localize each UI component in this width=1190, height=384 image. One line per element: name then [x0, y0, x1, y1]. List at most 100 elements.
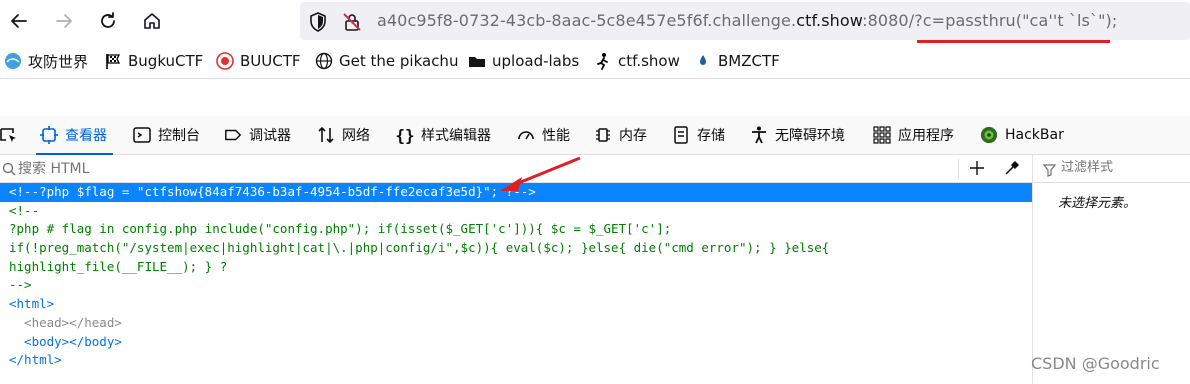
- home-button[interactable]: [139, 8, 165, 34]
- debugger-icon: [224, 126, 242, 144]
- red-circle-icon: [216, 52, 234, 70]
- braces-icon: {}: [395, 125, 415, 145]
- tab-memory[interactable]: 内存: [594, 116, 647, 154]
- tab-label: 性能: [542, 128, 570, 144]
- bookmark-label: Get the pikachu: [339, 52, 459, 70]
- shield-icon[interactable]: [308, 12, 328, 32]
- markup-line-flag-comment[interactable]: <!--?php $flag = "ctfshow{84af7436-b3af-…: [0, 183, 1032, 202]
- reload-button[interactable]: [95, 8, 121, 34]
- markup-line-text: if(!preg_match("/system|exec|highlight|c…: [9, 240, 830, 256]
- url-bar[interactable]: a40c95f8-0732-43cb-8aac-5c8e457e5f6f.cha…: [300, 2, 1190, 43]
- bookmark-label: BMZCTF: [718, 52, 780, 70]
- network-icon: [317, 126, 335, 144]
- tab-application[interactable]: 应用程序: [873, 116, 954, 154]
- bookmark-buuctf[interactable]: BUUCTF: [216, 50, 301, 72]
- no-element-selected-text: 未选择元素。: [1058, 196, 1137, 211]
- tab-label: 样式编辑器: [421, 128, 491, 144]
- tab-accessibility[interactable]: 无障碍环境: [750, 116, 845, 154]
- markup-view: <!--?php $flag = "ctfshow{84af7436-b3af-…: [0, 183, 1032, 370]
- tab-performance[interactable]: 性能: [517, 116, 570, 154]
- tab-label: 无障碍环境: [775, 128, 845, 144]
- reload-icon: [101, 12, 115, 28]
- markup-line-comment-body[interactable]: if(!preg_match("/system|exec|highlight|c…: [0, 239, 1032, 258]
- url-suffix: :8080/?c=passthru("ca''t `ls`");: [862, 11, 1118, 30]
- tab-hackbar[interactable]: HackBar: [980, 116, 1064, 154]
- markup-line-comment-open[interactable]: <!--: [0, 202, 1032, 221]
- bookmark-bugku[interactable]: BugkuCTF: [104, 50, 203, 72]
- tab-label: 查看器: [65, 128, 107, 144]
- devtools-tabbar: 查看器 控制台 调试器 网络 {} 样式编辑器 性能 内存 存储 无障碍环境 应…: [0, 116, 1190, 155]
- tab-label: 应用程序: [898, 128, 954, 144]
- url-text[interactable]: a40c95f8-0732-43cb-8aac-5c8e457e5f6f.cha…: [377, 11, 1117, 30]
- insecure-lock-icon[interactable]: [342, 12, 362, 32]
- forward-button[interactable]: [51, 8, 77, 34]
- pick-element-icon: [0, 126, 18, 144]
- markup-line-comment-body[interactable]: highlight_file(__FILE__); } ?: [0, 258, 1032, 277]
- accessibility-icon: [750, 126, 768, 144]
- tab-style-editor[interactable]: {} 样式编辑器: [395, 116, 491, 154]
- storage-icon: [672, 126, 690, 144]
- bookmark-pikachu[interactable]: Get the pikachu: [315, 50, 458, 72]
- tab-inspector[interactable]: 查看器: [36, 116, 113, 155]
- eyedropper-button[interactable]: [1003, 159, 1021, 181]
- tab-label: HackBar: [1005, 127, 1064, 143]
- markup-line-text: <head></head>: [9, 314, 122, 330]
- bookmark-upload-labs[interactable]: upload-labs: [468, 50, 579, 72]
- markup-line-comment-close[interactable]: -->: [0, 276, 1032, 295]
- page-area-gap: [0, 79, 1190, 116]
- console-icon: [133, 126, 151, 144]
- search-html-input[interactable]: [18, 159, 918, 178]
- bookmark-label: 攻防世界: [28, 52, 89, 71]
- pick-element-button[interactable]: [0, 116, 25, 154]
- markup-line-text: -->: [9, 277, 32, 293]
- filter-styles-bar: [1033, 155, 1190, 183]
- bookmark-label: upload-labs: [492, 52, 580, 70]
- tab-storage[interactable]: 存储: [672, 116, 725, 154]
- eyedropper-icon: [1005, 160, 1020, 175]
- tab-label: 存储: [697, 128, 725, 144]
- tab-label: 调试器: [249, 128, 291, 144]
- tab-label: 控制台: [158, 128, 200, 144]
- inspector-icon: [40, 126, 58, 144]
- bookmark-bmzctf[interactable]: BMZCTF: [694, 50, 780, 72]
- markup-line-html-close[interactable]: </html>: [0, 351, 1032, 370]
- tab-console[interactable]: 控制台: [133, 116, 200, 154]
- hackbar-icon: [980, 126, 998, 144]
- grid-icon: [873, 126, 891, 144]
- arrow-right-icon: [56, 14, 72, 28]
- tab-debugger[interactable]: 调试器: [224, 116, 291, 154]
- arrow-left-icon: [11, 14, 27, 28]
- filter-styles-input[interactable]: [1061, 160, 1181, 175]
- watermark: CSDN @Goodric: [1031, 354, 1160, 373]
- flag-icon: [104, 52, 122, 70]
- markup-line-text: </html>: [9, 352, 62, 368]
- bookmark-gongfang[interactable]: 攻防世界: [4, 50, 88, 72]
- filter-icon: [1042, 162, 1057, 181]
- tab-network[interactable]: 网络: [317, 116, 370, 154]
- url-prefix: a40c95f8-0732-43cb-8aac-5c8e457e5f6f.cha…: [377, 11, 797, 30]
- runner-icon: [594, 52, 612, 70]
- back-button[interactable]: [6, 8, 32, 34]
- markup-line-text: <body></body>: [9, 333, 122, 349]
- globe-blue-icon: [4, 52, 22, 70]
- plus-icon: [970, 161, 984, 175]
- markup-line-comment-body[interactable]: ?php # flag in config.php include("confi…: [0, 220, 1032, 239]
- home-icon: [144, 13, 160, 29]
- rules-panel: 未选择元素。: [1033, 155, 1190, 384]
- markup-line-head[interactable]: <head></head>: [0, 314, 1032, 333]
- inspector-search-bar: [0, 155, 1032, 183]
- bookmark-label: BUUCTF: [240, 52, 301, 70]
- markup-line-text: ?php # flag in config.php include("confi…: [9, 221, 672, 237]
- add-node-button[interactable]: [968, 159, 986, 181]
- bookmarks-bar: 攻防世界 BugkuCTF BUUCTF Get the pikachu upl…: [0, 44, 1190, 79]
- folder-icon: [468, 52, 486, 70]
- markup-line-text: <html>: [9, 296, 55, 312]
- browser-toolbar: a40c95f8-0732-43cb-8aac-5c8e457e5f6f.cha…: [0, 0, 1190, 44]
- memory-icon: [594, 126, 612, 144]
- gauge-icon: [517, 126, 535, 144]
- markup-line-body[interactable]: <body></body>: [0, 333, 1032, 352]
- red-underline-annotation: [917, 40, 1110, 43]
- markup-line-html-open[interactable]: <html>: [0, 295, 1032, 314]
- bookmark-ctfshow[interactable]: ctf.show: [594, 50, 680, 72]
- tab-label: 内存: [619, 128, 647, 144]
